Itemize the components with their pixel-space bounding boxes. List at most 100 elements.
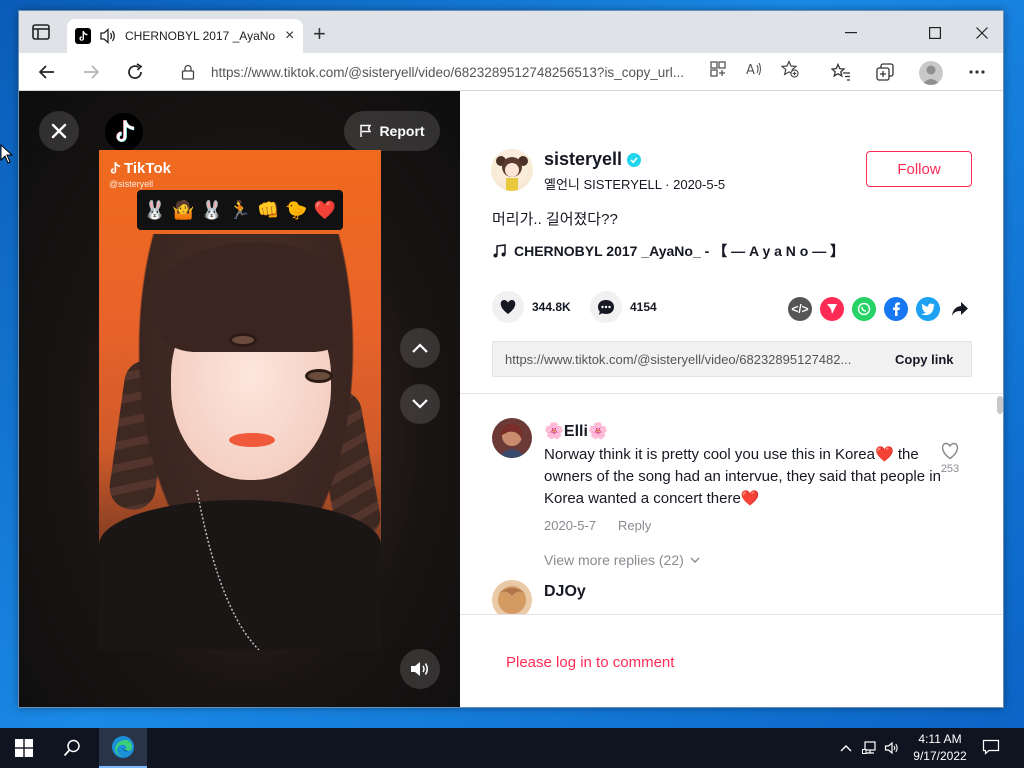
comment-author-name[interactable]: DJOy: [544, 583, 586, 601]
close-window-button[interactable]: [972, 23, 992, 43]
share-link-text[interactable]: https://www.tiktok.com/@sisteryell/video…: [505, 352, 877, 367]
author-avatar[interactable]: [491, 149, 533, 191]
author-username[interactable]: sisteryell: [544, 149, 622, 170]
report-label: Report: [379, 123, 425, 139]
favorites-icon[interactable]: [831, 62, 851, 82]
new-tab-button[interactable]: +: [313, 21, 326, 47]
comment-meta: 2020-5-7 Reply: [544, 518, 651, 533]
share-link-row: https://www.tiktok.com/@sisteryell/video…: [492, 341, 972, 377]
lock-icon[interactable]: [181, 64, 195, 80]
next-video-button[interactable]: [400, 384, 440, 424]
music-title[interactable]: CHERNOBYL 2017 _AyaNo_ - 【 ― A y a N o ―…: [514, 241, 844, 261]
comment-author-name[interactable]: Elli: [564, 423, 588, 440]
comment-stat[interactable]: 4154: [590, 291, 657, 323]
start-button[interactable]: [0, 728, 48, 768]
emoji-overlay: 🐰 🤷 🐰 🏃 👊 🐤 ❤️: [137, 190, 343, 230]
emoji-item: 🐰: [143, 199, 167, 220]
url-text[interactable]: https://www.tiktok.com/@sisteryell/video…: [211, 65, 701, 80]
emoji-item: 🐰: [200, 199, 223, 220]
emoji-item: ❤️: [313, 199, 337, 220]
tab-close-button[interactable]: ×: [285, 27, 294, 45]
comment-like-count: 253: [940, 463, 960, 475]
clock-date: 9/17/2022: [913, 749, 967, 763]
follow-button[interactable]: Follow: [866, 151, 972, 187]
video-frame[interactable]: TikTok @sisteryell 🐰 🤷 🐰 🏃 👊 🐤 ❤️: [99, 150, 381, 650]
music-link[interactable]: CHERNOBYL 2017 _AyaNo_ - 【 ― A y a N o ―…: [492, 241, 844, 261]
forward-arrow-icon[interactable]: [81, 62, 101, 82]
comment-author[interactable]: 🌸Elli🌸: [544, 421, 608, 441]
back-arrow-icon[interactable]: [37, 62, 57, 82]
login-to-comment-link[interactable]: Please log in to comment: [506, 654, 674, 671]
watermark-brand: TikTok: [124, 160, 171, 177]
comment-text: Norway think it is pretty cool you use t…: [544, 446, 941, 507]
more-options-icon[interactable]: [967, 62, 987, 82]
like-count: 344.8K: [532, 300, 571, 314]
tab-actions-icon[interactable]: [31, 23, 51, 41]
music-note-icon: [493, 244, 506, 258]
right-eye: [305, 369, 333, 383]
browser-window: CHERNOBYL 2017 _AyaNo_ × + https://www.t…: [18, 10, 1004, 708]
author-name[interactable]: sisteryell: [544, 149, 642, 170]
share-arrow-icon[interactable]: [948, 297, 972, 321]
view-more-replies-label[interactable]: View more replies (22): [544, 552, 684, 568]
edge-browser-icon: [112, 736, 134, 758]
emoji-item: 🏃: [228, 199, 252, 220]
comment-scrollbar[interactable]: [997, 396, 1003, 414]
previous-video-button[interactable]: [400, 328, 440, 368]
system-clock[interactable]: 4:11 AM 9/17/2022: [906, 731, 974, 765]
app-available-icon[interactable]: [709, 60, 727, 78]
network-icon[interactable]: [862, 740, 878, 756]
heart-icon[interactable]: [492, 291, 524, 323]
comment-icon[interactable]: [590, 291, 622, 323]
mouse-pointer-icon: [0, 144, 14, 164]
view-more-replies[interactable]: View more replies (22): [544, 552, 700, 568]
tiktok-favicon-icon: [75, 28, 91, 44]
chevron-up-icon: [412, 343, 428, 353]
flower-emoji-icon: 🌸: [544, 423, 564, 440]
emoji-item: 🐤: [285, 199, 308, 220]
whatsapp-icon[interactable]: [852, 297, 876, 321]
flag-icon: [360, 124, 372, 137]
audio-playing-icon[interactable]: [99, 28, 117, 44]
close-video-button[interactable]: [39, 111, 79, 151]
reply-button[interactable]: Reply: [618, 518, 651, 533]
post-date: 2020-5-5: [673, 177, 726, 192]
tiktok-logo-icon[interactable]: [105, 113, 143, 151]
read-aloud-icon[interactable]: A: [745, 60, 763, 78]
add-favorite-icon[interactable]: [781, 60, 799, 78]
copy-link-button[interactable]: Copy link: [895, 352, 954, 367]
twitter-icon[interactable]: [916, 297, 940, 321]
url-field[interactable]: https://www.tiktok.com/@sisteryell/video…: [169, 57, 829, 87]
report-button[interactable]: Report: [344, 111, 440, 151]
send-icon[interactable]: [820, 297, 844, 321]
video-caption: 머리가.. 길어졌다??: [492, 211, 618, 228]
comment-avatar[interactable]: [492, 418, 532, 458]
verified-badge-icon: [627, 152, 642, 167]
refresh-icon[interactable]: [125, 62, 145, 82]
emoji-item: 🤷: [172, 199, 195, 220]
edge-taskbar-button[interactable]: [99, 728, 147, 768]
tab-tiktok[interactable]: CHERNOBYL 2017 _AyaNo_ ×: [67, 19, 303, 53]
collections-icon[interactable]: [875, 62, 895, 82]
facebook-icon[interactable]: [884, 297, 908, 321]
show-hidden-icons-icon[interactable]: [838, 740, 854, 756]
like-stat[interactable]: 344.8K: [492, 291, 571, 323]
clock-time: 4:11 AM: [918, 732, 962, 746]
maximize-button[interactable]: [925, 23, 945, 43]
volume-button[interactable]: [400, 649, 440, 689]
heart-outline-icon[interactable]: [940, 442, 960, 460]
taskbar: 4:11 AM 9/17/2022: [0, 728, 1024, 768]
embed-icon[interactable]: </>: [788, 297, 812, 321]
comment-avatar[interactable]: [492, 580, 532, 614]
profile-avatar-icon[interactable]: [919, 61, 943, 85]
volume-tray-icon[interactable]: [884, 740, 900, 756]
tab-bar: CHERNOBYL 2017 _AyaNo_ × +: [19, 11, 1003, 53]
search-button[interactable]: [48, 728, 96, 768]
notification-center-icon[interactable]: [982, 739, 1000, 755]
search-icon: [63, 739, 80, 757]
close-icon: [51, 123, 67, 139]
author-meta: 옐언니 SISTERYELL · 2020-5-5: [544, 174, 725, 193]
comment-like[interactable]: 253: [938, 442, 962, 475]
minimize-button[interactable]: [841, 23, 861, 43]
tiktok-watermark: TikTok @sisteryell: [109, 160, 171, 189]
